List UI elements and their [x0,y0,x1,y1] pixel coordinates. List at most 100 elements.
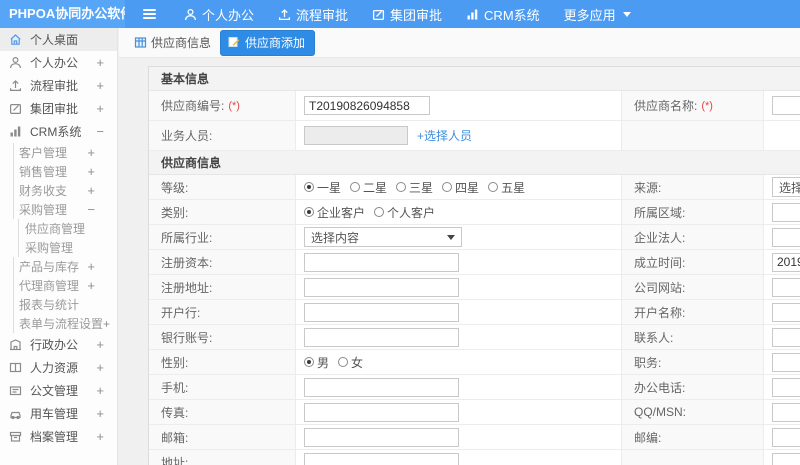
sidebar-item-purchasing[interactable]: 采购管理 [18,238,117,257]
radio-grade-5[interactable] [488,182,499,192]
mobile-input[interactable] [304,377,459,397]
email-input[interactable] [304,427,459,447]
registered-capital-input[interactable] [304,252,459,272]
position-input[interactable] [772,352,800,372]
upload-icon [9,79,23,92]
registered-address-input[interactable] [304,277,459,297]
address-input[interactable] [304,452,459,465]
expand-icon[interactable]: + [96,55,104,70]
sidebar-item-official-docs[interactable]: 公文管理 + [0,379,117,402]
sidebar-item-form-flow-settings[interactable]: 表单与流程设置 + [13,314,117,333]
bank-account-input[interactable] [304,327,459,347]
sidebar-item-vehicle-mgmt[interactable]: 用车管理 + [0,402,117,425]
app-logo: PHPOA协同办公软件 [0,0,125,28]
sidebar-item-personal-office[interactable]: 个人办公 + [0,51,117,74]
zip-input[interactable] [772,427,800,447]
sidebar-item-archive-mgmt[interactable]: 档案管理 + [0,425,117,448]
radio-grade-4[interactable] [442,182,453,192]
sidebar-item-customer-mgmt[interactable]: 客户管理 + [13,143,117,162]
nav-more-apps[interactable]: 更多应用 [564,5,631,24]
collapse-icon[interactable]: − [87,202,95,217]
expand-icon[interactable]: + [96,78,104,93]
website-input[interactable] [772,277,800,297]
radio-male[interactable] [304,357,314,367]
expand-icon[interactable]: + [87,145,95,160]
founded-date-input[interactable] [772,252,800,272]
sidebar-item-reports[interactable]: 报表与统计 [13,295,117,314]
supplier-name-input[interactable] [772,96,800,115]
building-icon [9,338,23,351]
radio-individual-customer[interactable] [374,207,385,217]
expand-icon[interactable]: + [96,429,104,444]
sidebar-item-hr[interactable]: 人力资源 + [0,356,117,379]
radio-grade-1[interactable] [304,182,314,192]
sidebar-item-supplier-mgmt[interactable]: 供应商管理 [18,219,117,238]
radio-enterprise-customer[interactable] [304,207,314,217]
expand-icon[interactable]: + [87,164,95,179]
expand-icon[interactable]: + [96,406,104,421]
sidebar-item-product-inventory[interactable]: 产品与库存 + [13,257,117,276]
section-basic-info-title: 基本信息 [149,67,800,91]
nav-workflow-approval[interactable]: 流程审批 [278,5,348,24]
sidebar-toggle-button[interactable] [143,9,156,19]
nav-group-approval[interactable]: 集团审批 [372,5,442,24]
business-person-input[interactable] [304,126,408,145]
form-row-email-zip: 邮箱: 邮编: [149,425,800,450]
expand-icon[interactable]: + [96,383,104,398]
radio-grade-2[interactable] [350,182,361,192]
collapse-icon[interactable]: − [96,124,104,139]
expand-icon[interactable]: + [87,183,95,198]
supplier-name-label: 供应商名称: (*) [621,91,764,120]
nav-personal-office[interactable]: 个人办公 [184,5,254,24]
nav-crm-system[interactable]: CRM系统 [466,5,540,24]
founded-date-label: 成立时间: [621,250,764,274]
choose-person-link[interactable]: +选择人员 [417,127,472,144]
region-input[interactable] [772,202,800,222]
sidebar-item-workflow-approval[interactable]: 流程审批 + [0,74,117,97]
expand-icon[interactable]: + [103,317,110,331]
region-label: 所属区域: [621,200,764,224]
form-row-code-name: 供应商编号:(*) 供应商名称:(*) [149,91,800,121]
qq-msn-input[interactable] [772,402,800,422]
expand-icon[interactable]: + [87,259,95,274]
sidebar-item-group-approval[interactable]: 集团审批 + [0,97,117,120]
grade-label: 等级: [149,175,296,199]
sidebar-item-crm-system[interactable]: CRM系统 − [0,120,117,143]
tab-supplier-list[interactable]: 供应商信息 [134,34,211,51]
bar-chart-icon [467,9,478,19]
expand-icon[interactable]: + [96,337,104,352]
legal-person-input[interactable] [772,227,800,247]
fax-input[interactable] [304,402,459,422]
account-name-input[interactable] [772,302,800,322]
edit-icon [9,102,23,115]
sidebar-item-sales-mgmt[interactable]: 销售管理 + [13,162,117,181]
sidebar-item-agent-mgmt[interactable]: 代理商管理 + [13,276,117,295]
bank-account-label: 银行账号: [149,325,296,349]
supplier-code-input[interactable] [304,96,430,115]
car-icon [9,407,23,420]
expand-icon[interactable]: + [96,360,104,375]
sidebar-item-purchase-mgmt[interactable]: 采购管理 − [13,200,117,219]
office-phone-input[interactable] [772,377,800,397]
radio-grade-3[interactable] [396,182,407,192]
category-label: 类别: [149,200,296,224]
edit-icon [372,9,385,20]
sidebar-item-admin-office[interactable]: 行政办公 + [0,333,117,356]
extra-input[interactable] [772,452,800,465]
sidebar-item-desktop[interactable]: 个人桌面 [0,28,117,51]
bank-input[interactable] [304,302,459,322]
document-icon [9,384,23,397]
bank-label: 开户行: [149,300,296,324]
expand-icon[interactable]: + [87,278,95,293]
radio-female[interactable] [338,357,349,367]
contact-input[interactable] [772,327,800,347]
tab-supplier-add[interactable]: 供应商添加 [220,29,316,56]
source-select[interactable]: 选择内容 [772,177,800,197]
industry-select[interactable]: 选择内容 [304,227,462,247]
form-row-fax-qq: 传真: QQ/MSN: [149,400,800,425]
upload-icon [278,8,291,20]
form-row-gender-position: 性别: 男 女 职务: [149,350,800,375]
sidebar-item-finance[interactable]: 财务收支 + [13,181,117,200]
form-add-icon [228,37,240,47]
expand-icon[interactable]: + [96,101,104,116]
